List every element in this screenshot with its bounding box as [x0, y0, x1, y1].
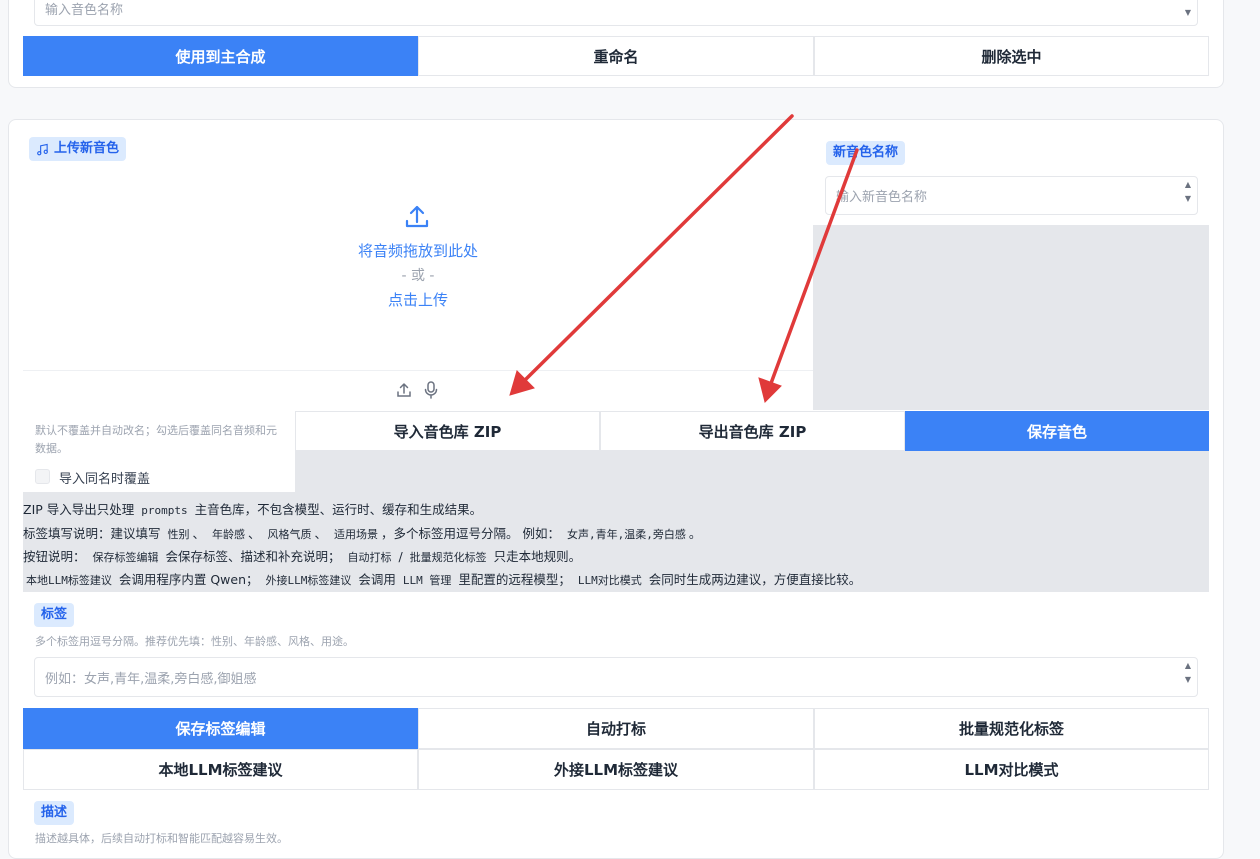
annotation-arrows [509, 114, 859, 403]
annotation-arrow-import [509, 114, 794, 396]
annotation-arrow-export [758, 148, 859, 403]
